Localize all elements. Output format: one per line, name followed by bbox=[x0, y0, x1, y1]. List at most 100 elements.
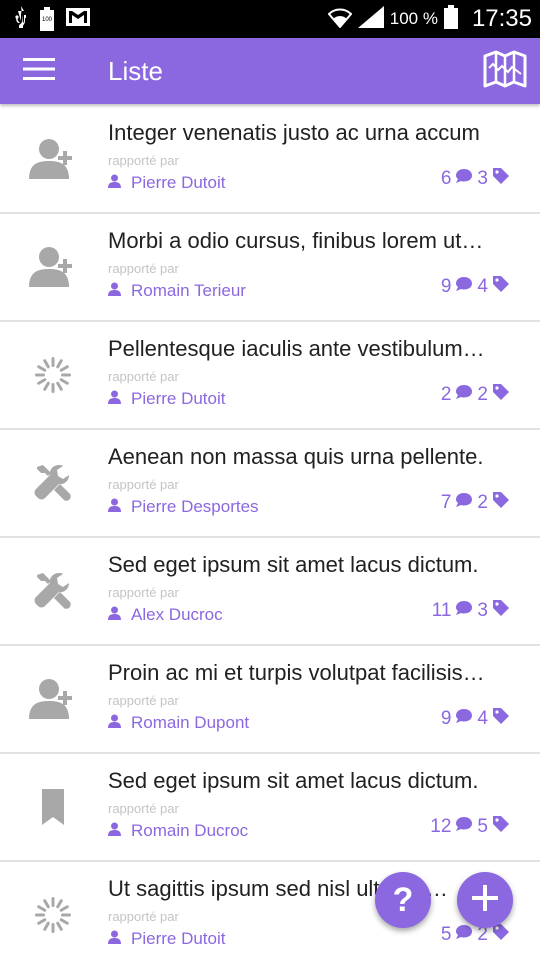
list-item[interactable]: Pellentesque iaculis ante vestibulum… ra… bbox=[0, 322, 540, 430]
item-author[interactable]: Romain Terieur bbox=[108, 281, 246, 301]
item-author[interactable]: Pierre Desportes bbox=[108, 497, 259, 517]
item-stats: 6 3 bbox=[441, 167, 510, 191]
item-author[interactable]: Romain Ducroc bbox=[108, 821, 248, 841]
reported-by-label: rapporté par bbox=[108, 909, 179, 924]
comment-icon bbox=[455, 492, 473, 514]
battery-small-icon: 100 bbox=[40, 7, 54, 31]
status-system: 100 % 17:35 bbox=[327, 4, 532, 34]
item-title: Aenean non massa quis urna pellente. bbox=[108, 444, 484, 469]
status-bar: 100 100 % 17:35 bbox=[0, 0, 540, 38]
tag-count: 2 bbox=[477, 384, 488, 405]
item-title: Pellentesque iaculis ante vestibulum… bbox=[108, 336, 485, 361]
add-report-button[interactable] bbox=[457, 872, 513, 928]
help-button[interactable]: ? bbox=[375, 872, 431, 928]
tag-count: 5 bbox=[477, 816, 488, 837]
comment-count: 6 bbox=[440, 168, 452, 189]
comment-count: 9 bbox=[440, 708, 452, 729]
map-button[interactable] bbox=[470, 38, 540, 104]
item-title: Sed eget ipsum sit amet lacus dictum. bbox=[108, 552, 479, 577]
reported-by-label: rapporté par bbox=[108, 693, 179, 708]
bookmark-icon bbox=[0, 754, 106, 860]
author-name: Romain Terieur bbox=[131, 281, 246, 300]
list-item[interactable]: Aenean non massa quis urna pellente. rap… bbox=[0, 430, 540, 538]
list-item[interactable]: Morbi a odio cursus, finibus lorem ut… r… bbox=[0, 214, 540, 322]
tag-icon bbox=[492, 167, 510, 191]
comment-icon bbox=[455, 276, 473, 298]
comment-icon bbox=[455, 600, 473, 622]
item-stats: 7 2 bbox=[441, 491, 510, 515]
person-icon bbox=[108, 713, 121, 733]
wifi-icon bbox=[327, 6, 353, 33]
app-bar: Liste bbox=[0, 38, 540, 104]
plus-icon bbox=[470, 883, 500, 918]
gmail-icon bbox=[66, 7, 90, 31]
tag-count: 4 bbox=[477, 276, 488, 297]
person-icon bbox=[108, 389, 121, 409]
list-item[interactable]: Sed eget ipsum sit amet lacus dictum. ra… bbox=[0, 754, 540, 862]
comment-icon bbox=[455, 168, 473, 190]
status-notifications: 100 bbox=[14, 5, 90, 33]
loading-icon bbox=[0, 322, 106, 428]
item-author[interactable]: Pierre Dutoit bbox=[108, 173, 225, 193]
comment-count: 11 bbox=[431, 600, 452, 621]
comment-count: 9 bbox=[440, 276, 452, 297]
author-name: Pierre Desportes bbox=[131, 497, 259, 516]
comment-count: 7 bbox=[440, 492, 452, 513]
person-icon bbox=[108, 497, 121, 517]
item-stats: 11 3 bbox=[432, 599, 510, 623]
comment-icon bbox=[455, 816, 473, 838]
comment-count: 5 bbox=[440, 924, 452, 945]
item-author[interactable]: Alex Ducroc bbox=[108, 605, 223, 625]
tag-icon bbox=[492, 491, 510, 515]
tag-icon bbox=[492, 275, 510, 299]
list-item[interactable]: Proin ac mi et turpis volutpat facilisis… bbox=[0, 646, 540, 754]
map-icon bbox=[483, 50, 527, 93]
add-user-icon bbox=[0, 106, 106, 212]
tag-count: 2 bbox=[477, 492, 488, 513]
author-name: Pierre Dutoit bbox=[131, 929, 226, 948]
page-title: Liste bbox=[108, 55, 163, 86]
loading-icon bbox=[0, 862, 106, 960]
comment-count: 2 bbox=[440, 384, 452, 405]
comment-count: 12 bbox=[430, 816, 452, 837]
tag-icon bbox=[492, 383, 510, 407]
item-author[interactable]: Pierre Dutoit bbox=[108, 929, 225, 949]
author-name: Pierre Dutoit bbox=[131, 173, 226, 192]
reported-by-label: rapporté par bbox=[108, 153, 179, 168]
comment-icon bbox=[455, 384, 473, 406]
item-title: Sed eget ipsum sit amet lacus dictum. bbox=[108, 768, 479, 793]
item-stats: 2 2 bbox=[441, 383, 510, 407]
report-list[interactable]: Integer venenatis justo ac urna accum ra… bbox=[0, 106, 540, 960]
tag-count: 3 bbox=[477, 600, 488, 621]
battery-percent: 100 % bbox=[389, 9, 438, 28]
person-icon bbox=[108, 281, 121, 301]
person-icon bbox=[108, 929, 121, 949]
item-author[interactable]: Romain Dupont bbox=[108, 713, 249, 733]
tools-icon bbox=[0, 538, 106, 644]
list-item[interactable]: Integer venenatis justo ac urna accum ra… bbox=[0, 106, 540, 214]
reported-by-label: rapporté par bbox=[108, 261, 179, 276]
reported-by-label: rapporté par bbox=[108, 369, 179, 384]
item-title: Morbi a odio cursus, finibus lorem ut… bbox=[108, 228, 484, 253]
item-stats: 9 4 bbox=[441, 707, 510, 731]
reported-by-label: rapporté par bbox=[108, 585, 179, 600]
tag-icon bbox=[492, 599, 510, 623]
battery-icon bbox=[443, 4, 458, 34]
item-author[interactable]: Pierre Dutoit bbox=[108, 389, 225, 409]
help-label: ? bbox=[392, 880, 414, 919]
add-user-icon bbox=[0, 646, 106, 752]
comment-icon bbox=[455, 708, 473, 730]
comment-icon bbox=[455, 924, 473, 946]
author-name: Romain Ducroc bbox=[131, 821, 249, 840]
item-title: Proin ac mi et turpis volutpat facilisis… bbox=[108, 660, 485, 685]
tools-icon bbox=[0, 430, 106, 536]
list-item[interactable]: Sed eget ipsum sit amet lacus dictum. ra… bbox=[0, 538, 540, 646]
reported-by-label: rapporté par bbox=[108, 477, 179, 492]
tag-icon bbox=[492, 923, 510, 947]
item-stats: 12 5 bbox=[430, 815, 510, 839]
person-icon bbox=[108, 605, 121, 625]
person-icon bbox=[108, 173, 121, 193]
signal-icon bbox=[357, 5, 384, 33]
menu-button[interactable] bbox=[0, 38, 78, 104]
reported-by-label: rapporté par bbox=[108, 801, 179, 816]
